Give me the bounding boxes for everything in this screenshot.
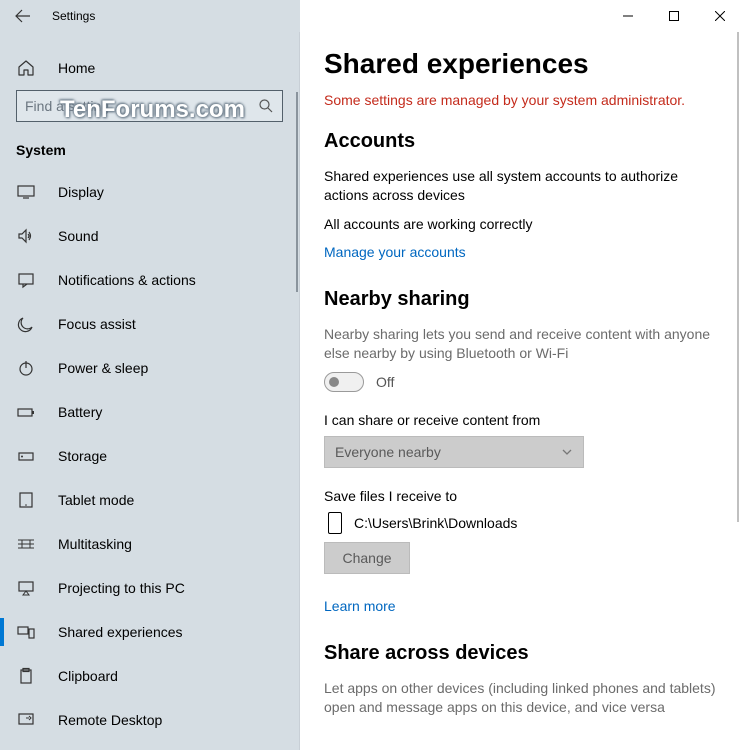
sidebar-item-tablet[interactable]: Tablet mode <box>0 478 299 522</box>
sidebar-item-label: Sound <box>58 228 98 244</box>
back-button[interactable] <box>0 0 46 32</box>
focus-assist-icon <box>16 314 36 334</box>
accounts-status: All accounts are working correctly <box>324 215 719 234</box>
sidebar-item-label: Battery <box>58 404 102 420</box>
sidebar-section-label: System <box>0 132 299 170</box>
sound-icon <box>16 226 36 246</box>
clipboard-icon <box>16 666 36 686</box>
notifications-icon <box>16 270 36 290</box>
nearby-heading: Nearby sharing <box>324 288 719 311</box>
sidebar-item-label: Multitasking <box>58 536 132 552</box>
sidebar-item-label: Shared experiences <box>58 624 183 640</box>
save-to-path-row: C:\Users\Brink\Downloads <box>324 512 719 534</box>
projecting-icon <box>16 578 36 598</box>
page-title: Shared experiences <box>324 48 719 80</box>
share-from-select[interactable]: Everyone nearby <box>324 436 584 468</box>
share-across-heading: Share across devices <box>324 642 719 665</box>
sidebar-item-notifications[interactable]: Notifications & actions <box>0 258 299 302</box>
search-box[interactable] <box>16 90 283 122</box>
manage-accounts-link[interactable]: Manage your accounts <box>324 244 466 260</box>
power-icon <box>16 358 36 378</box>
sidebar-item-label: Storage <box>58 448 107 464</box>
sidebar-item-label: Tablet mode <box>58 492 134 508</box>
minimize-icon <box>623 11 633 21</box>
sidebar-item-label: Clipboard <box>58 668 118 684</box>
learn-more-link[interactable]: Learn more <box>324 598 396 614</box>
sidebar-scrollbar[interactable] <box>296 92 298 292</box>
chevron-down-icon <box>561 446 573 458</box>
accounts-desc: Shared experiences use all system accoun… <box>324 167 719 205</box>
admin-managed-notice: Some settings are managed by your system… <box>324 92 719 108</box>
sidebar-item-power[interactable]: Power & sleep <box>0 346 299 390</box>
maximize-icon <box>669 11 679 21</box>
toggle-knob <box>329 377 339 387</box>
nearby-toggle-state: Off <box>376 374 394 390</box>
share-from-value: Everyone nearby <box>335 444 441 460</box>
share-across-desc: Let apps on other devices (including lin… <box>324 679 719 717</box>
back-arrow-icon <box>15 8 31 24</box>
sidebar-item-focus[interactable]: Focus assist <box>0 302 299 346</box>
battery-icon <box>16 402 36 422</box>
sidebar-item-label: Notifications & actions <box>58 272 196 288</box>
sidebar-item-projecting[interactable]: Projecting to this PC <box>0 566 299 610</box>
home-icon <box>16 58 36 78</box>
minimize-button[interactable] <box>605 0 651 32</box>
accounts-heading: Accounts <box>324 130 719 153</box>
maximize-button[interactable] <box>651 0 697 32</box>
sidebar-item-remote-desktop[interactable]: Remote Desktop <box>0 698 299 742</box>
sidebar-item-label: Power & sleep <box>58 360 148 376</box>
sidebar-item-label: Remote Desktop <box>58 712 162 728</box>
sidebar-item-clipboard[interactable]: Clipboard <box>0 654 299 698</box>
display-icon <box>16 182 36 202</box>
content-scrollbar[interactable] <box>737 32 739 522</box>
device-icon <box>328 512 342 534</box>
sidebar-item-multitasking[interactable]: Multitasking <box>0 522 299 566</box>
sidebar-home-label: Home <box>58 60 95 76</box>
save-to-path: C:\Users\Brink\Downloads <box>354 515 517 531</box>
sidebar-home[interactable]: Home <box>0 46 299 90</box>
save-to-label: Save files I receive to <box>324 488 719 504</box>
multitasking-icon <box>16 534 36 554</box>
storage-icon <box>16 446 36 466</box>
shared-experiences-icon <box>16 622 36 642</box>
close-button[interactable] <box>697 0 743 32</box>
sidebar-item-display[interactable]: Display <box>0 170 299 214</box>
tablet-icon <box>16 490 36 510</box>
remote-desktop-icon <box>16 710 36 730</box>
share-from-label: I can share or receive content from <box>324 412 719 428</box>
sidebar-item-battery[interactable]: Battery <box>0 390 299 434</box>
search-icon <box>258 98 274 114</box>
nearby-sharing-toggle[interactable] <box>324 372 364 392</box>
search-input[interactable] <box>25 98 258 114</box>
sidebar-item-label: Projecting to this PC <box>58 580 185 596</box>
change-button[interactable]: Change <box>324 542 410 574</box>
sidebar-item-label: Display <box>58 184 104 200</box>
nearby-desc: Nearby sharing lets you send and receive… <box>324 325 719 363</box>
sidebar-item-shared-experiences[interactable]: Shared experiences <box>0 610 299 654</box>
sidebar-item-label: Focus assist <box>58 316 136 332</box>
sidebar-item-storage[interactable]: Storage <box>0 434 299 478</box>
sidebar-item-sound[interactable]: Sound <box>0 214 299 258</box>
titlebar: Settings <box>0 0 743 32</box>
close-icon <box>715 11 725 21</box>
sidebar: TenForums.com Home System Display Sound <box>0 32 300 750</box>
content-pane: Shared experiences Some settings are man… <box>300 32 743 750</box>
window-title: Settings <box>52 9 95 23</box>
